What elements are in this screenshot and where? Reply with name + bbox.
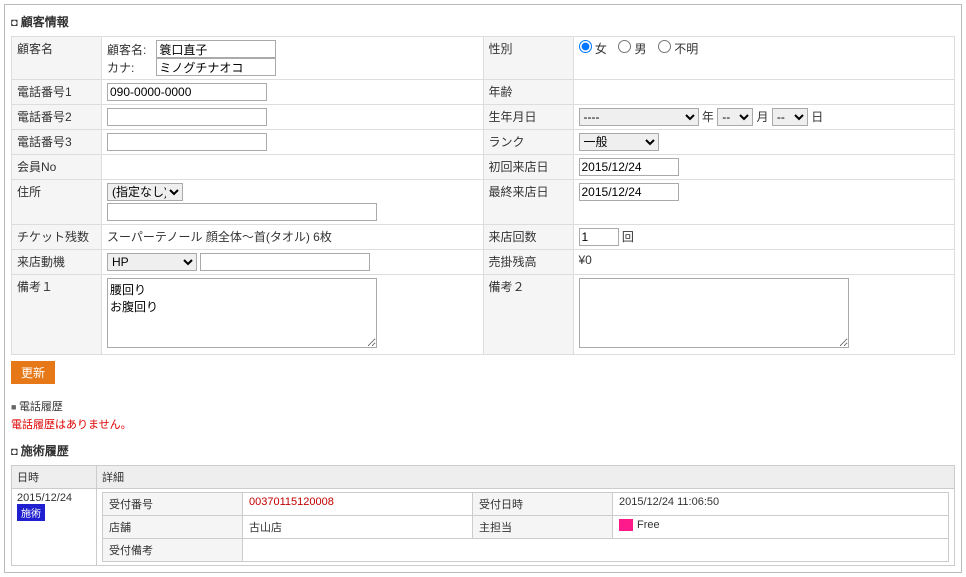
- label-age: 年齢: [483, 80, 573, 105]
- label-rank: ランク: [483, 130, 573, 155]
- value-main-staff: Free: [637, 519, 660, 531]
- label-last-visit: 最終来店日: [483, 180, 573, 225]
- table-row: 2015/12/24 施術 受付番号 00370115120008 受付日時 2…: [12, 489, 955, 566]
- label-phone1: 電話番号1: [12, 80, 102, 105]
- select-visit-motive[interactable]: HP: [107, 253, 197, 271]
- radio-gender-u-label[interactable]: 不明: [658, 42, 698, 56]
- label-ar-balance: 売掛残高: [483, 250, 573, 275]
- value-ticket-remain: スーパーテノール 顔全体～首(タオル) 6枚: [102, 225, 484, 250]
- history-tag: 施術: [17, 504, 45, 521]
- treatment-detail-table: 受付番号 00370115120008 受付日時 2015/12/24 11:0…: [102, 492, 949, 562]
- label-visit-motive: 来店動機: [12, 250, 102, 275]
- update-button[interactable]: 更新: [11, 361, 55, 384]
- label-store: 店舗: [103, 516, 243, 539]
- section-customer-info: 顧客情報: [11, 13, 955, 30]
- value-receipt-no: 00370115120008: [249, 496, 334, 508]
- input-address[interactable]: [107, 203, 377, 221]
- input-phone1[interactable]: [107, 83, 267, 101]
- label-remark1: 備考１: [12, 275, 102, 355]
- label-visit-count: 来店回数: [483, 225, 573, 250]
- input-visit-motive-detail[interactable]: [200, 253, 370, 271]
- customer-form: 顧客名 顧客名: カナ: 性別 女 男 不明 電話番号1 年齢 電話番号2 生年: [11, 36, 955, 355]
- section-phone-history: 電話履歴: [11, 398, 955, 414]
- label-receipt-remark: 受付備考: [103, 539, 243, 562]
- label-ticket-remain: チケット残数: [12, 225, 102, 250]
- value-receipt-datetime: 2015/12/24 11:06:50: [613, 493, 949, 516]
- input-visit-count[interactable]: [579, 228, 619, 246]
- radio-gender-f[interactable]: [579, 40, 592, 53]
- label-address: 住所: [12, 180, 102, 225]
- select-birth-year[interactable]: ----: [579, 108, 699, 126]
- history-date: 2015/12/24: [17, 492, 72, 504]
- input-kana[interactable]: [156, 58, 276, 76]
- textarea-remark1[interactable]: [107, 278, 377, 348]
- label-main-staff: 主担当: [473, 516, 613, 539]
- label-gender: 性別: [483, 37, 573, 80]
- value-ar-balance: ¥0: [573, 250, 955, 275]
- radio-gender-f-label[interactable]: 女: [579, 42, 607, 56]
- radio-gender-u[interactable]: [658, 40, 671, 53]
- section-treatment-history: 施術履歴: [11, 442, 955, 459]
- label-first-visit: 初回来店日: [483, 155, 573, 180]
- staff-color-icon: [619, 519, 633, 531]
- select-birth-month[interactable]: --: [717, 108, 753, 126]
- radio-gender-m[interactable]: [618, 40, 631, 53]
- label-birthdate: 生年月日: [483, 105, 573, 130]
- label-receipt-datetime: 受付日時: [473, 493, 613, 516]
- select-birth-day[interactable]: --: [772, 108, 808, 126]
- col-datetime: 日時: [12, 466, 97, 489]
- select-address-pref[interactable]: (指定なし): [107, 183, 183, 201]
- input-phone2[interactable]: [107, 108, 267, 126]
- label-customer-name-field: 顧客名:: [107, 41, 153, 58]
- treatment-history-table: 日時 詳細 2015/12/24 施術 受付番号 00370115120008 …: [11, 465, 955, 566]
- label-receipt-no: 受付番号: [103, 493, 243, 516]
- textarea-remark2[interactable]: [579, 278, 849, 348]
- input-last-visit[interactable]: [579, 183, 679, 201]
- input-first-visit[interactable]: [579, 158, 679, 176]
- label-phone3: 電話番号3: [12, 130, 102, 155]
- label-phone2: 電話番号2: [12, 105, 102, 130]
- radio-gender-m-label[interactable]: 男: [618, 42, 646, 56]
- label-remark2: 備考２: [483, 275, 573, 355]
- input-phone3[interactable]: [107, 133, 267, 151]
- no-phone-history-text: 電話履歴はありません。: [11, 416, 955, 432]
- col-detail: 詳細: [97, 466, 955, 489]
- input-customer-name[interactable]: [156, 40, 276, 58]
- value-receipt-remark: [243, 539, 949, 562]
- select-rank[interactable]: 一般: [579, 133, 659, 151]
- value-store: 古山店: [243, 516, 473, 539]
- label-customer-name: 顧客名: [12, 37, 102, 80]
- label-member-no: 会員No: [12, 155, 102, 180]
- label-kana-field: カナ:: [107, 59, 153, 76]
